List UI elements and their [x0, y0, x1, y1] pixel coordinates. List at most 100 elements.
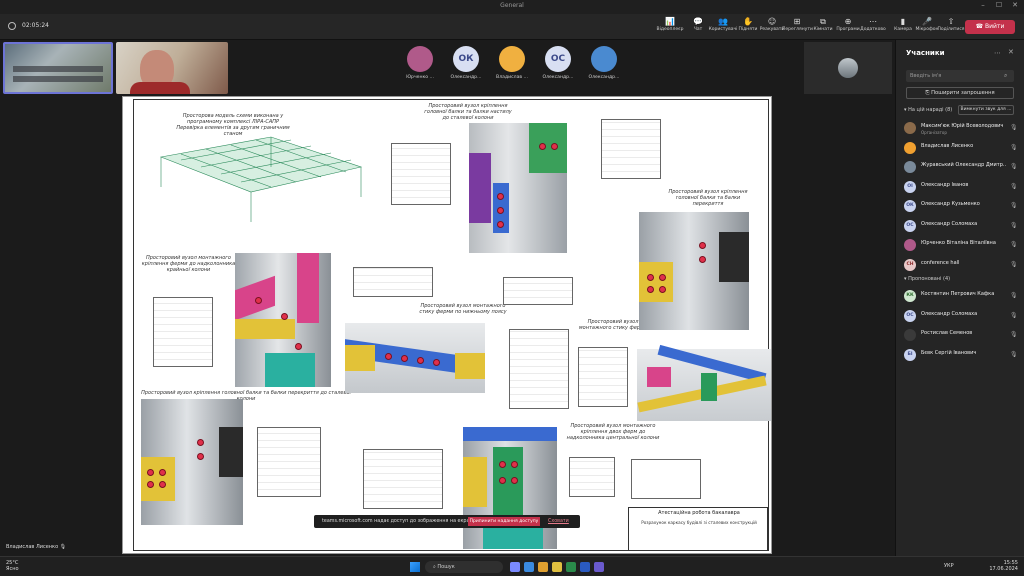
- node-drawing-9: [363, 449, 443, 509]
- word-icon[interactable]: [580, 562, 590, 572]
- avatar: [904, 141, 916, 154]
- node-drawing-2: [601, 119, 661, 179]
- node-render-2: [639, 212, 749, 330]
- toolbar-icon: 📊: [665, 17, 675, 26]
- notes-block: [631, 459, 701, 499]
- mic-muted-icon: 🎙: [1010, 221, 1018, 229]
- participant-name: Костянтин Петрович Кафка: [921, 291, 995, 297]
- close-panel-icon[interactable]: ✕: [1008, 48, 1014, 56]
- mic-muted-icon: 🎙: [1010, 260, 1018, 268]
- mic-muted-icon: 🎙: [1010, 202, 1018, 209]
- video-tile-speaker[interactable]: [116, 42, 228, 94]
- participant-row[interactable]: КК Костянтин Петрович Кафка 🎙: [904, 288, 1018, 304]
- node-render-6: [141, 399, 243, 525]
- panel-title: Учасники: [906, 49, 945, 57]
- weather-widget[interactable]: 25°C Ясно: [6, 560, 19, 572]
- node-drawing-1: [391, 143, 451, 205]
- avatar: [499, 46, 525, 72]
- close-icon[interactable]: ✕: [1008, 1, 1022, 9]
- search-icon: ⌕: [1004, 72, 1008, 79]
- avatar: [904, 239, 916, 251]
- participant-tile[interactable]: Олександр...: [589, 46, 619, 80]
- taskview-icon[interactable]: [510, 562, 520, 572]
- node-render-3: [235, 253, 331, 387]
- caption-node-7: Просторовий вузол монтажного кріплення д…: [566, 423, 660, 441]
- participant-name: Олександр Іванов: [921, 181, 969, 188]
- mic-muted-icon: 🎙: [1010, 311, 1018, 319]
- participant-tile[interactable]: Владислав ...: [496, 46, 528, 80]
- participant-row[interactable]: Владислав Лисенко 🎙: [904, 140, 1018, 156]
- mic-muted-icon: 🎙: [1010, 124, 1018, 131]
- node-drawing-3: [153, 297, 213, 367]
- more-icon[interactable]: ⋯: [994, 49, 1001, 57]
- participant-tile[interactable]: Юрченко ...: [405, 46, 435, 80]
- language-indicator[interactable]: УКР: [944, 563, 954, 569]
- clock-date: 17.06.2024: [989, 566, 1018, 572]
- participant-row[interactable]: ОС Олександр Соломаха 🎙: [904, 308, 1018, 324]
- participant-name: Ростислав Семенов: [921, 330, 973, 336]
- minimize-icon[interactable]: –: [976, 1, 990, 9]
- system-clock[interactable]: 15:55 17.06.2024: [988, 560, 1018, 572]
- weather-text: Ясно: [6, 566, 19, 572]
- leave-button[interactable]: ☎ Вийти: [965, 20, 1015, 34]
- participant-row[interactable]: Ростислав Семенов 🎙: [904, 327, 1018, 343]
- participant-row[interactable]: Максим'юк Юрій Всеволодович Організатор 🎙: [904, 120, 1018, 136]
- self-view-tile[interactable]: [804, 42, 892, 94]
- maximize-icon[interactable]: ☐: [992, 1, 1006, 9]
- mic-muted-icon: 🎙: [1010, 292, 1018, 299]
- folder-icon[interactable]: [552, 562, 562, 572]
- participants-panel: Учасники ⋯ ✕ Введіть ім'я ⌕ ⎘ Поширити з…: [895, 40, 1024, 556]
- participant-name: conference hall: [921, 259, 960, 266]
- excel-icon[interactable]: [566, 562, 576, 572]
- avatar: ОІ: [904, 180, 916, 193]
- teams-icon[interactable]: [594, 562, 604, 572]
- avatar: [838, 58, 858, 78]
- edge-icon[interactable]: [524, 562, 534, 572]
- participant-row[interactable]: ОС Олександр Соломаха 🎙: [904, 218, 1018, 234]
- participant-row[interactable]: CH conference hall 🎙: [904, 257, 1018, 273]
- participant-row[interactable]: Журавський Олександр Дмитр... 🎙: [904, 159, 1018, 175]
- toolbar-button-label: Відеоплеєр: [656, 27, 684, 32]
- video-tile-room[interactable]: [3, 42, 113, 94]
- chrome-icon[interactable]: [538, 562, 548, 572]
- toolbar-button-0[interactable]: 📊 Відеоплеєр: [655, 17, 685, 37]
- mic-muted-icon: 🎙: [1010, 143, 1018, 151]
- invite-button[interactable]: ⎘ Поширити запрошення: [906, 87, 1014, 99]
- taskbar-search[interactable]: ⌕ Пошук: [425, 561, 503, 573]
- participant-row[interactable]: ОІ Олександр Іванов 🎙: [904, 179, 1018, 195]
- meeting-toolbar: 02:05:24 📊 Відеоплеєр 💬 Чат 👥 Користувачі ✋ Під…: [0, 14, 1024, 40]
- avatar: ОС: [545, 46, 571, 72]
- stop-sharing-button[interactable]: Припинити надання доступу: [468, 517, 540, 526]
- mic-muted-icon: 🎙: [1010, 163, 1018, 170]
- mic-muted-icon: 🎙: [1010, 331, 1018, 338]
- avatar: [904, 329, 916, 341]
- participant-name: Владислав Лисенко: [921, 142, 974, 149]
- in-meeting-header[interactable]: ▾ На цій нараді (8): [904, 107, 952, 113]
- hide-link[interactable]: Сховати: [548, 519, 569, 524]
- node-drawing-5: [503, 277, 573, 305]
- windows-start-icon[interactable]: [410, 562, 420, 572]
- participant-tile[interactable]: ОК Олександр...: [451, 46, 481, 80]
- toolbar-button-8[interactable]: ⋯ Додатково: [858, 17, 888, 37]
- participant-row[interactable]: ОК Олександр Кузьменко 🎙: [904, 198, 1018, 214]
- participant-row[interactable]: БІ Бєвк Сергій Іванович 🎙: [904, 347, 1018, 363]
- invite-label: Поширити запрошення: [931, 90, 995, 96]
- participant-row[interactable]: Юрченко Віталіна Віталіївна 🎙: [904, 237, 1018, 253]
- title-block-stamp: Атестаційна робота бакалавра Розрахунок …: [628, 507, 768, 551]
- toolbar-button-11[interactable]: ⇧ Поділитися: [936, 17, 966, 37]
- avatar: [904, 122, 916, 134]
- participant-name: Олександр Соломаха: [921, 220, 978, 227]
- participant-search-input[interactable]: Введіть ім'я: [906, 70, 1014, 82]
- invited-header[interactable]: ▾ Пропоновані (4): [904, 276, 950, 282]
- mic-icon: 🎙: [59, 544, 67, 550]
- title-bar: General – ☐ ✕: [0, 0, 1024, 14]
- caption-node-4: Просторовий вузол монтажного стику ферми…: [419, 303, 507, 315]
- mute-all-button[interactable]: Вимкнути звук для ...: [958, 105, 1014, 115]
- caption-node-5: Просторовий вузол монтажного стику ферми: [578, 319, 648, 331]
- toolbar-icon: ⋯: [869, 17, 877, 26]
- avatar: КК: [904, 290, 916, 302]
- participant-tile[interactable]: ОС Олександр...: [543, 46, 573, 80]
- participant-name: Олександр...: [588, 75, 620, 80]
- screen-share-notice: teams.microsoft.com надає доступ до зобр…: [314, 515, 580, 528]
- window-title: General: [500, 2, 524, 9]
